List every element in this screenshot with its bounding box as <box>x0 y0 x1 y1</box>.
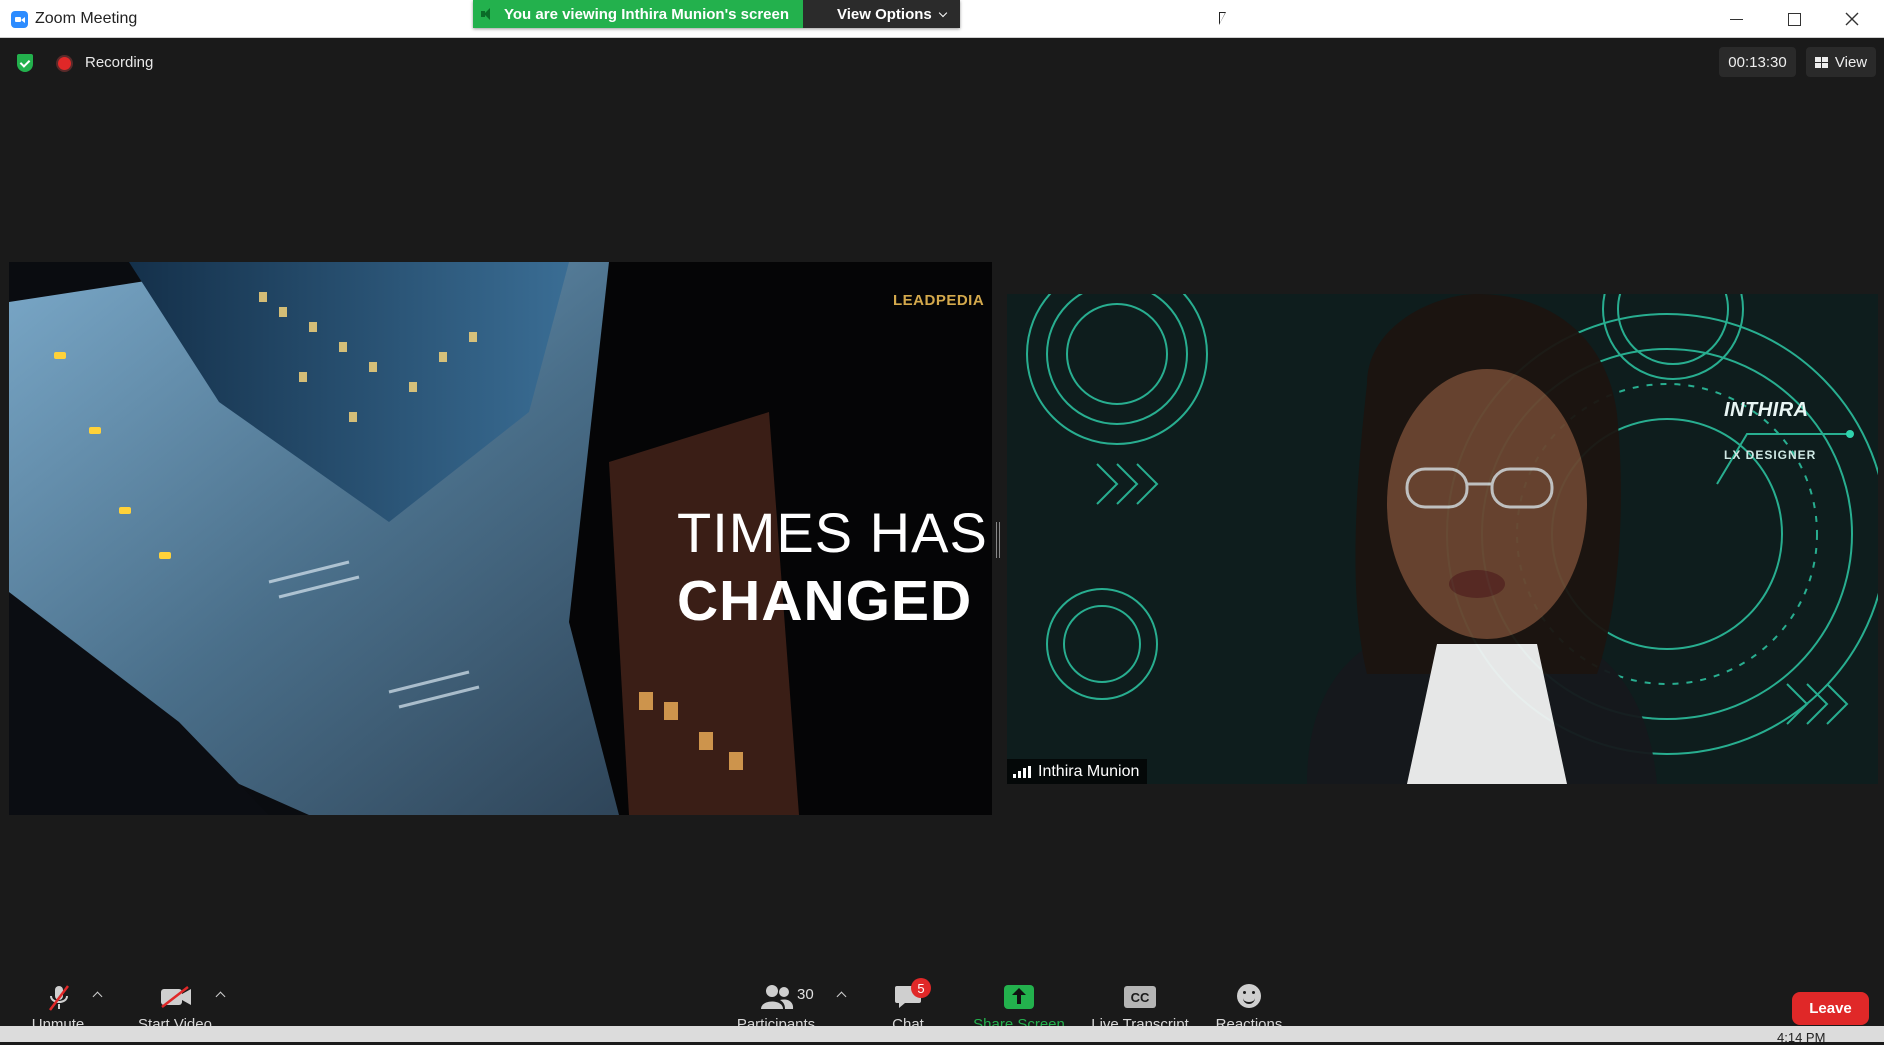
maximize-button[interactable] <box>1765 0 1823 38</box>
minimize-button[interactable] <box>1707 0 1765 38</box>
video-overlay-name: INTHIRA <box>1724 399 1809 421</box>
closed-captions-icon[interactable]: CC <box>1124 986 1156 1008</box>
window-title: Zoom Meeting <box>35 10 138 27</box>
muted-microphone-icon[interactable] <box>48 984 70 1012</box>
view-layout-button[interactable]: View <box>1806 47 1876 77</box>
recording-icon <box>58 57 71 70</box>
virtual-background-image <box>1007 294 1878 784</box>
leadpedia-logo: LEADPEDIA <box>893 292 985 309</box>
participant-name-tag: Inthira Munion <box>1007 759 1148 784</box>
maximize-icon <box>1787 12 1801 26</box>
signal-strength-icon <box>1013 765 1031 778</box>
participant-name: Inthira Munion <box>1038 762 1140 780</box>
viewing-screen-notice: You are viewing Inthira Munion's screen <box>473 0 804 28</box>
participants-icon[interactable] <box>760 984 794 1010</box>
slide-headline-line2: CHANGED <box>677 569 973 633</box>
grid-icon <box>1814 56 1828 68</box>
split-divider-handle[interactable] <box>996 522 1000 558</box>
view-options-button[interactable]: View Options <box>803 0 960 28</box>
recording-label: Recording <box>85 54 154 71</box>
viewing-banner: You are viewing Inthira Munion's screen … <box>473 0 960 28</box>
zoom-window: Zoom Meeting You are viewing Inthira Mun… <box>0 0 1884 1045</box>
zoom-app-icon <box>11 11 28 28</box>
os-taskbar <box>0 1026 1884 1042</box>
encryption-shield-icon[interactable] <box>17 54 33 72</box>
participants-count: 30 <box>797 986 814 1003</box>
meeting-timer: 00:13:30 <box>1719 47 1796 77</box>
chevron-down-icon <box>938 8 948 17</box>
leave-button[interactable]: Leave <box>1792 992 1869 1025</box>
view-layout-label: View <box>1834 53 1868 71</box>
chat-unread-badge: 5 <box>911 978 931 998</box>
view-options-label: View Options <box>837 5 932 23</box>
viewing-screen-text: You are viewing Inthira Munion's screen <box>504 5 790 23</box>
minimize-icon <box>1729 18 1743 20</box>
taskbar-clock: 4:14 PM <box>1777 1030 1826 1045</box>
speaker-video[interactable] <box>1007 294 1878 784</box>
speaker-icon <box>481 7 495 21</box>
video-overlay-role: LX DESIGNER <box>1724 448 1817 462</box>
mouse-cursor-icon <box>1219 12 1226 25</box>
close-icon <box>1845 12 1859 26</box>
close-button[interactable] <box>1823 0 1881 38</box>
video-off-icon[interactable] <box>160 986 192 1008</box>
slide-headline-line1: TIMES HAS <box>677 501 988 564</box>
share-screen-icon[interactable] <box>1004 985 1034 1009</box>
reactions-icon[interactable] <box>1237 984 1261 1008</box>
